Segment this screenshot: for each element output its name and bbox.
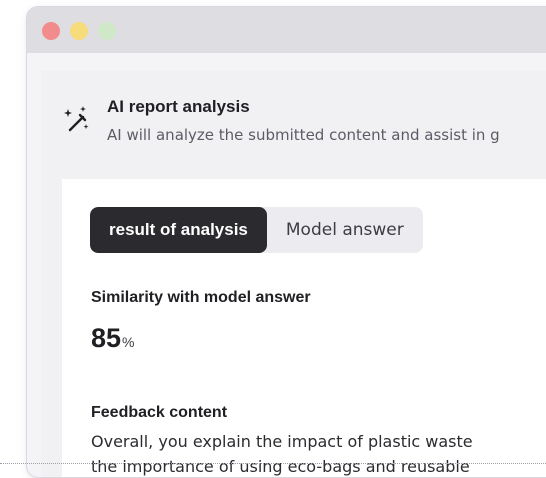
tab-result-of-analysis[interactable]: result of analysis	[90, 207, 267, 253]
similarity-number: 85	[91, 323, 122, 353]
feedback-line: Overall, you explain the impact of plast…	[91, 432, 473, 451]
feedback-line: the importance of using eco-bags and reu…	[91, 457, 470, 476]
tab-model-answer[interactable]: Model answer	[267, 207, 423, 253]
feedback-text: Overall, you explain the impact of plast…	[91, 429, 546, 477]
similarity-unit: %	[122, 334, 135, 350]
window-maximize-button[interactable]	[98, 22, 116, 40]
magic-wand-sparkle-icon	[64, 106, 89, 132]
window-titlebar	[27, 7, 546, 53]
page-title: AI report analysis	[107, 97, 250, 116]
similarity-label: Similarity with model answer	[91, 289, 311, 306]
tab-bar: result of analysis Model answer	[90, 207, 423, 253]
similarity-value: 85%	[91, 323, 135, 354]
app-window: AI report analysis AI will analyze the s…	[26, 6, 546, 478]
window-close-button[interactable]	[42, 22, 60, 40]
page-description: AI will analyze the submitted content an…	[107, 126, 500, 144]
window-minimize-button[interactable]	[70, 22, 88, 40]
analysis-card: result of analysis Model answer Similari…	[62, 179, 546, 477]
dotted-divider	[0, 463, 546, 464]
feedback-label: Feedback content	[91, 404, 228, 421]
